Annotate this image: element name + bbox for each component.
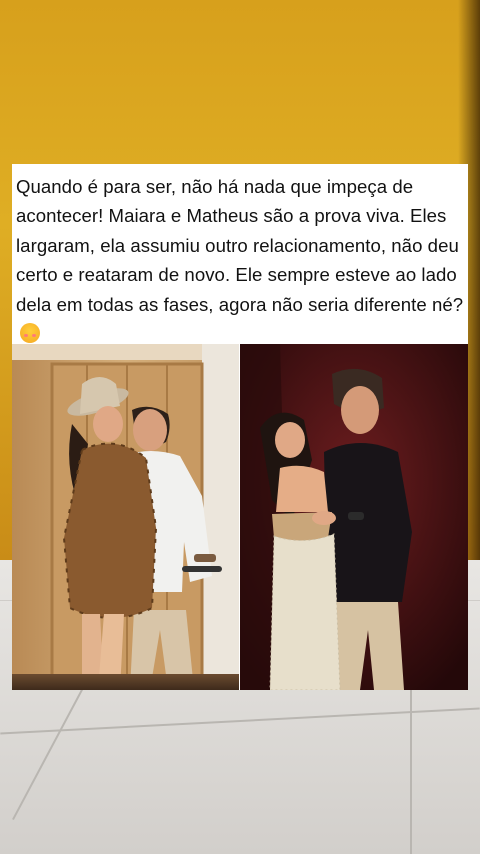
- post-card: Quando é para ser, não há nada que impeç…: [12, 164, 468, 690]
- couple-photo-left: [12, 344, 240, 690]
- smiling-face-with-hearts-icon: [20, 323, 40, 344]
- post-caption: Quando é para ser, não há nada que impeç…: [16, 172, 466, 348]
- tile-seam: [410, 690, 412, 854]
- couple-photo-left-illustration: [12, 344, 240, 690]
- tile-seam: [0, 707, 480, 735]
- caption-text: Quando é para ser, não há nada que impeç…: [16, 176, 464, 315]
- couple-photo-right: [240, 344, 468, 690]
- couple-photo-right-illustration: [240, 344, 468, 690]
